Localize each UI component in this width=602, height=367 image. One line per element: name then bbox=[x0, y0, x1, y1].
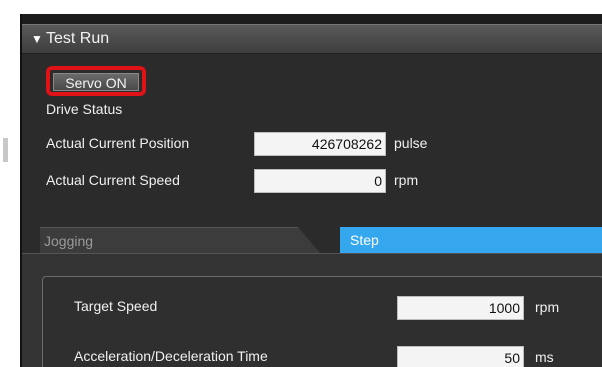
left-rail bbox=[0, 0, 9, 367]
servo-on-button[interactable]: Servo ON bbox=[53, 73, 139, 91]
app-frame: ▼ Test Run Servo ON Drive Status Actual … bbox=[0, 0, 602, 367]
accel-decel-time-input[interactable]: 50 bbox=[397, 346, 524, 367]
splitter-handle[interactable] bbox=[3, 138, 8, 162]
caret-down-icon[interactable]: ▼ bbox=[31, 25, 43, 53]
test-run-header[interactable]: ▼ Test Run bbox=[22, 24, 602, 54]
target-speed-label: Target Speed bbox=[74, 298, 158, 314]
actual-speed-field: 0 bbox=[254, 169, 386, 193]
servo-on-highlight: Servo ON bbox=[46, 66, 146, 96]
target-speed-input[interactable]: 1000 bbox=[397, 296, 524, 320]
actual-speed-unit: rpm bbox=[394, 172, 419, 188]
actual-position-field: 426708262 bbox=[254, 132, 386, 156]
drive-status-heading: Drive Status bbox=[46, 101, 123, 117]
actual-position-unit: pulse bbox=[394, 135, 428, 151]
target-speed-unit: rpm bbox=[535, 299, 560, 315]
tab-step[interactable]: Step bbox=[340, 227, 602, 253]
actual-position-label: Actual Current Position bbox=[46, 135, 190, 151]
actual-speed-label: Actual Current Speed bbox=[46, 172, 180, 188]
accel-decel-time-unit: ms bbox=[535, 349, 554, 365]
test-run-panel: ▼ Test Run Servo ON Drive Status Actual … bbox=[20, 14, 602, 367]
panel-top-strip bbox=[22, 14, 602, 24]
accel-decel-time-label: Acceleration/Deceleration Time bbox=[74, 348, 268, 364]
panel-title: Test Run bbox=[46, 30, 110, 47]
tab-jogging[interactable]: Jogging bbox=[40, 227, 320, 253]
